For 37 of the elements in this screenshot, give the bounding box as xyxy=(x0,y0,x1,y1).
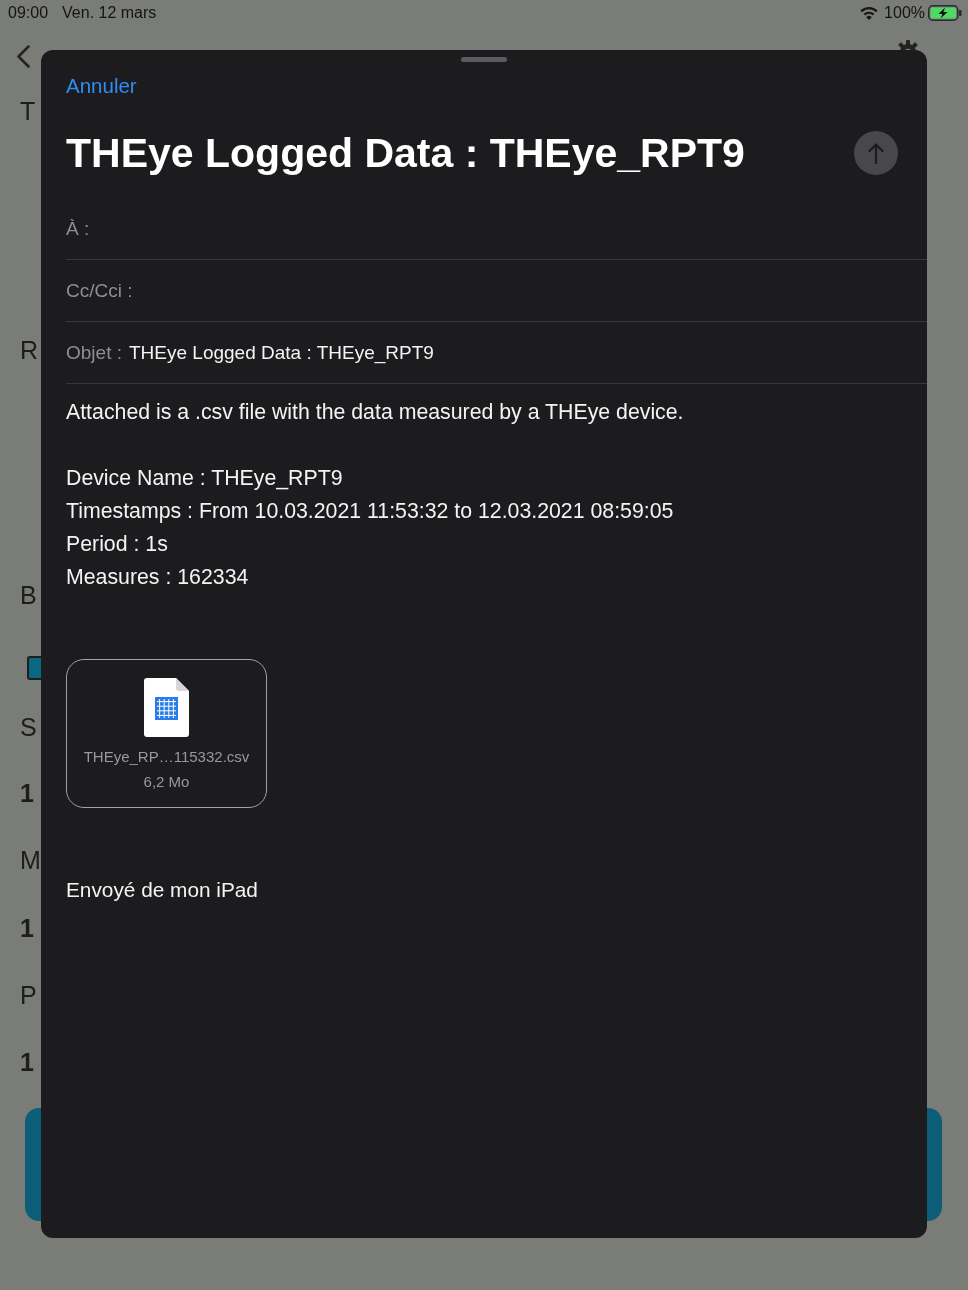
attachment-card[interactable]: THEye_RP…115332.csv 6,2 Mo xyxy=(66,659,267,808)
body-text: Measures : 162334 xyxy=(66,564,249,591)
sheet-title: THEye Logged Data : THEye_RPT9 xyxy=(66,129,745,177)
field-label: Objet : xyxy=(66,341,122,364)
status-time: 09:00 xyxy=(8,3,49,23)
field-value: THEye Logged Data : THEye_RPT9 xyxy=(129,341,434,364)
field-label: M xyxy=(20,845,41,875)
text-field[interactable]: Cc/Cci : xyxy=(66,260,927,322)
body-text: Period : 1s xyxy=(66,531,168,558)
wifi-icon xyxy=(860,6,879,20)
status-date: Ven. 12 mars xyxy=(62,3,157,23)
send-button[interactable] xyxy=(854,131,898,175)
back-chevron-icon[interactable] xyxy=(17,45,30,68)
battery-percent: 100% xyxy=(884,3,925,23)
body-text: Device Name : THEye_RPT9 xyxy=(66,465,343,492)
field-value: 1 xyxy=(20,913,34,943)
field-label: À : xyxy=(66,217,90,240)
field-label: B xyxy=(20,580,37,610)
arrow-up-icon xyxy=(868,142,884,164)
field-value: 1 xyxy=(20,778,34,808)
text-field[interactable]: Objet : THEye Logged Data : THEye_RPT9 xyxy=(66,322,927,384)
attachment-name: THEye_RP…115332.csv xyxy=(83,747,250,767)
grabber-handle[interactable] xyxy=(461,57,507,62)
signature-text: Envoyé de mon iPad xyxy=(66,877,258,903)
field-label: R xyxy=(20,335,39,365)
text-field[interactable]: À : xyxy=(66,198,927,260)
spreadsheet-file-icon xyxy=(144,678,189,737)
body-text: Attached is a .csv file with the data measured by a THEye device. xyxy=(66,399,684,426)
body-text: Timestamps : From 10.03.2021 11:53:32 to 12.03.2021 08:59:05 xyxy=(66,498,674,525)
field-label: S xyxy=(20,712,37,742)
field-label: Cc/Cci : xyxy=(66,279,133,302)
field-label: P xyxy=(20,980,37,1010)
cancel-button[interactable]: Annuler xyxy=(66,74,137,98)
attachment-size: 6,2 Mo xyxy=(143,772,190,792)
checkbox[interactable] xyxy=(27,656,41,680)
field-label: T xyxy=(20,96,36,126)
field-value: 1 xyxy=(20,1047,34,1077)
